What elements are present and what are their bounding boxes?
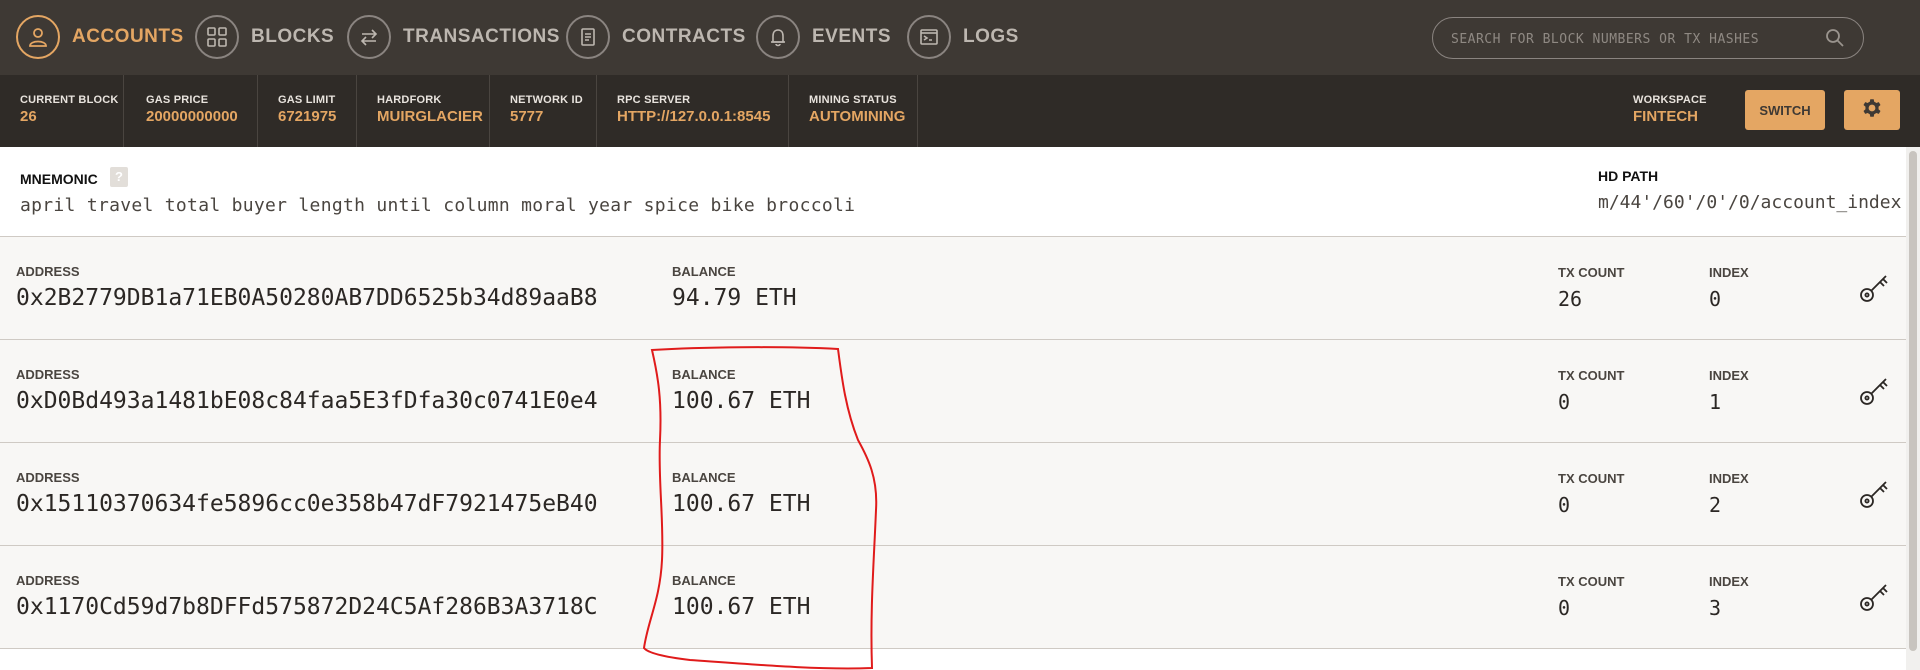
key-icon[interactable] xyxy=(1858,477,1892,516)
stat-value: 26 xyxy=(20,108,37,125)
balance-label: BALANCE xyxy=(672,264,736,279)
balance-label: BALANCE xyxy=(672,573,736,588)
stat-label: RPC SERVER xyxy=(617,94,691,106)
balance-value: 100.67 ETH xyxy=(672,388,811,414)
list-bottom xyxy=(0,649,1906,670)
address-value: 0xD0Bd493a1481bE08c84faa5E3fDfa30c0741E0… xyxy=(16,388,598,414)
transfer-icon xyxy=(347,15,391,59)
key-icon[interactable] xyxy=(1858,374,1892,413)
account-row: ADDRESS 0xD0Bd493a1481bE08c84faa5E3fDfa3… xyxy=(0,340,1906,443)
balance-value: 100.67 ETH xyxy=(672,491,811,517)
balance-label: BALANCE xyxy=(672,470,736,485)
nav-contracts[interactable]: CONTRACTS xyxy=(566,13,746,61)
grid-icon xyxy=(195,15,239,59)
address-label: ADDRESS xyxy=(16,573,80,588)
user-icon xyxy=(16,15,60,59)
nav-blocks-label: BLOCKS xyxy=(251,26,335,47)
nav-blocks[interactable]: BLOCKS xyxy=(195,13,334,61)
workspace-name: FINTECH xyxy=(1633,108,1698,125)
bell-icon xyxy=(756,15,800,59)
stat-network-id: NETWORK ID 5777 xyxy=(490,75,597,147)
stat-mining-status: MINING STATUS AUTOMINING xyxy=(789,75,918,147)
account-row: ADDRESS 0x15110370634fe5896cc0e358b47dF7… xyxy=(0,443,1906,546)
stat-hardfork: HARDFORK MUIRGLACIER xyxy=(357,75,490,147)
tx-count-label: TX COUNT xyxy=(1558,471,1625,486)
stat-value: HTTP://127.0.0.1:8545 xyxy=(617,108,771,125)
address-label: ADDRESS xyxy=(16,264,80,279)
nav-contracts-label: CONTRACTS xyxy=(622,26,746,47)
account-list: ADDRESS 0x2B2779DB1a71EB0A50280AB7DD6525… xyxy=(0,237,1906,649)
tx-count-value: 0 xyxy=(1558,390,1571,414)
stat-gas-price: GAS PRICE 20000000000 xyxy=(126,75,258,147)
stat-value: 5777 xyxy=(510,108,544,125)
mnemonic-panel: MNEMONIC ? april travel total buyer leng… xyxy=(0,147,1920,237)
stat-label: GAS LIMIT xyxy=(278,94,336,106)
balance-value: 100.67 ETH xyxy=(672,594,811,620)
index-value: 0 xyxy=(1709,287,1722,311)
hd-path-label: HD PATH xyxy=(1598,168,1659,184)
index-value: 2 xyxy=(1709,493,1722,517)
scrollbar-thumb[interactable] xyxy=(1909,151,1917,651)
search-box[interactable] xyxy=(1432,17,1864,60)
mnemonic-words: april travel total buyer length until co… xyxy=(20,195,856,216)
key-icon[interactable] xyxy=(1858,580,1892,619)
stat-label: CURRENT BLOCK xyxy=(20,94,119,106)
stat-gas-limit: GAS LIMIT 6721975 xyxy=(258,75,357,147)
tx-count-value: 0 xyxy=(1558,596,1571,620)
stat-value: 20000000000 xyxy=(146,108,238,125)
stat-value: MUIRGLACIER xyxy=(377,108,483,125)
tx-count-label: TX COUNT xyxy=(1558,574,1625,589)
index-label: INDEX xyxy=(1709,574,1749,589)
search-icon[interactable] xyxy=(1825,28,1845,53)
account-row: ADDRESS 0x2B2779DB1a71EB0A50280AB7DD6525… xyxy=(0,237,1906,340)
nav-events[interactable]: EVENTS xyxy=(756,13,891,61)
stat-rpc-server: RPC SERVER HTTP://127.0.0.1:8545 xyxy=(597,75,789,147)
stat-current-block: CURRENT BLOCK 26 xyxy=(0,75,124,147)
nav-accounts[interactable]: ACCOUNTS xyxy=(16,13,184,61)
key-icon[interactable] xyxy=(1858,271,1892,310)
address-value: 0x1170Cd59d7b8DFFd575872D24C5Af286B3A371… xyxy=(16,594,598,620)
tx-count-value: 0 xyxy=(1558,493,1571,517)
stat-label: NETWORK ID xyxy=(510,94,583,106)
nav-transactions[interactable]: TRANSACTIONS xyxy=(347,13,560,61)
nav-accounts-label: ACCOUNTS xyxy=(72,26,184,47)
tx-count-label: TX COUNT xyxy=(1558,265,1625,280)
index-value: 3 xyxy=(1709,596,1722,620)
nav-transactions-label: TRANSACTIONS xyxy=(403,26,560,47)
mnemonic-label: MNEMONIC xyxy=(20,171,98,187)
help-icon[interactable]: ? xyxy=(110,167,128,187)
address-value: 0x2B2779DB1a71EB0A50280AB7DD6525b34d89aa… xyxy=(16,285,598,311)
balance-label: BALANCE xyxy=(672,367,736,382)
stat-label: MINING STATUS xyxy=(809,94,897,106)
terminal-icon xyxy=(907,15,951,59)
search-input[interactable] xyxy=(1449,18,1813,60)
nav-logs-label: LOGS xyxy=(963,26,1019,47)
nav-logs[interactable]: LOGS xyxy=(907,13,1019,61)
index-label: INDEX xyxy=(1709,368,1749,383)
top-navigation: ACCOUNTS BLOCKS TRANSACTIONS CONTRACTS E… xyxy=(0,0,1920,75)
index-label: INDEX xyxy=(1709,471,1749,486)
index-label: INDEX xyxy=(1709,265,1749,280)
vertical-scrollbar[interactable] xyxy=(1906,147,1920,670)
workspace-label: WORKSPACE xyxy=(1633,94,1707,106)
stat-value: AUTOMINING xyxy=(809,108,906,125)
address-label: ADDRESS xyxy=(16,367,80,382)
status-bar: CURRENT BLOCK 26 GAS PRICE 20000000000 G… xyxy=(0,75,1920,147)
tx-count-label: TX COUNT xyxy=(1558,368,1625,383)
gear-icon xyxy=(1860,96,1884,125)
address-label: ADDRESS xyxy=(16,470,80,485)
stat-value: 6721975 xyxy=(278,108,337,125)
hd-path-value: m/44'/60'/0'/0/account_index xyxy=(1598,192,1902,213)
index-value: 1 xyxy=(1709,390,1722,414)
address-value: 0x15110370634fe5896cc0e358b47dF7921475eB… xyxy=(16,491,598,517)
nav-events-label: EVENTS xyxy=(812,26,892,47)
stat-label: GAS PRICE xyxy=(146,94,209,106)
tx-count-value: 26 xyxy=(1558,287,1583,311)
account-row: ADDRESS 0x1170Cd59d7b8DFFd575872D24C5Af2… xyxy=(0,546,1906,649)
stat-label: HARDFORK xyxy=(377,94,442,106)
switch-button[interactable]: SWITCH xyxy=(1745,90,1825,130)
document-icon xyxy=(566,15,610,59)
settings-button[interactable] xyxy=(1844,90,1900,130)
balance-value: 94.79 ETH xyxy=(672,285,797,311)
